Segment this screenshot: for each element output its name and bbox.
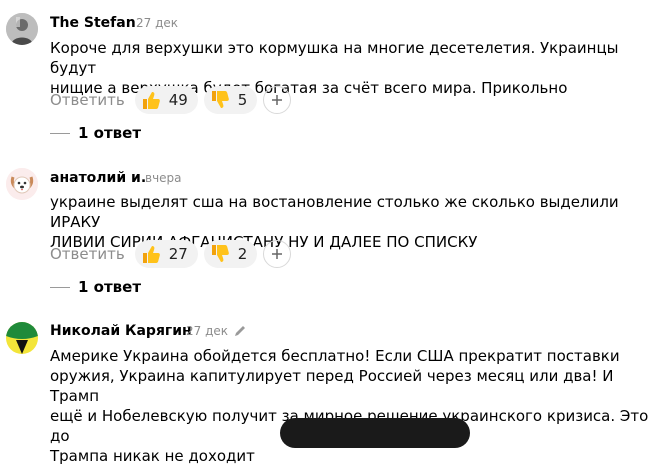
comment-author[interactable]: The Stefan [50,14,136,32]
comment-text-line: оружия, Украина капитулирует перед Росси… [50,367,614,405]
like-button[interactable]: 27 [134,240,198,268]
avatar-person-photo-icon[interactable] [6,13,38,45]
like-button[interactable]: 49 [134,86,198,114]
replies-count-label: 1 ответ [78,124,142,142]
add-reaction-button[interactable] [263,240,292,268]
thumbs-up-icon [142,92,160,109]
comment-text-line: Короче для верхушки это кормушка на мног… [50,39,619,77]
comment-text: Америке Украина обойдется бесплатно! Есл… [50,346,650,466]
dislike-count: 5 [237,91,248,109]
comment-actions: Ответить 27 2 [50,240,292,268]
floating-action-button[interactable] [280,418,470,448]
like-count: 49 [168,91,188,109]
avatar-dog-face-icon[interactable] [6,168,38,200]
comment-text-line: украине выделят сша на востановление сто… [50,193,619,231]
plus-icon [272,249,283,259]
pencil-icon [235,326,245,336]
dislike-button[interactable]: 2 [203,240,258,268]
avatar-yellow-green-avatar-icon[interactable] [6,322,38,354]
replies-count-label: 1 ответ [78,278,142,296]
thumbs-down-icon [211,245,229,262]
comment-author[interactable]: анатолий и. [50,169,146,187]
divider-line [50,132,70,134]
comment-text-line: Трампа никак не доходит [50,447,255,465]
comment-date: вчера [145,171,182,185]
thumbs-down-icon [211,91,229,108]
thumbs-up-icon [142,246,160,263]
add-reaction-button[interactable] [263,86,292,114]
comment-date: 27 дек [186,324,229,338]
reply-button[interactable]: Ответить [50,245,125,263]
like-count: 27 [168,245,188,263]
comment-date: 27 дек [136,16,179,30]
reply-button[interactable]: Ответить [50,91,125,109]
plus-icon [272,95,283,105]
show-replies-button[interactable]: 1 ответ [50,124,141,142]
comment-text-line: Америке Украина обойдется бесплатно! Есл… [50,347,620,365]
comment-author[interactable]: Николай Карягин [50,322,192,340]
show-replies-button[interactable]: 1 ответ [50,278,141,296]
dislike-count: 2 [237,245,248,263]
divider-line [50,286,70,288]
comment-actions: Ответить 49 5 [50,86,292,114]
dislike-button[interactable]: 5 [203,86,258,114]
